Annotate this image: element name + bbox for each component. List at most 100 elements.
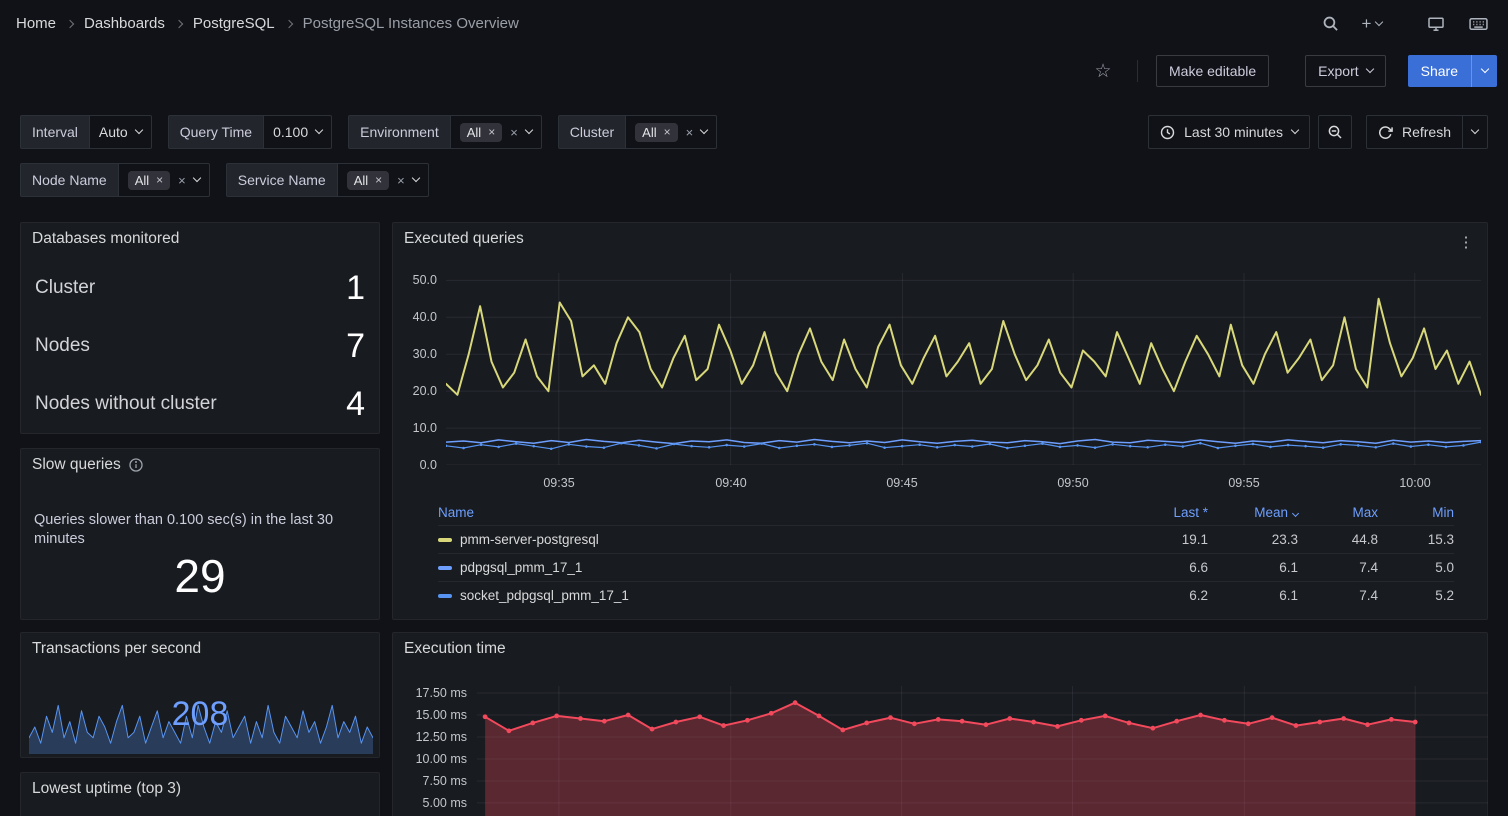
- share-menu-button[interactable]: [1471, 55, 1497, 87]
- breadcrumb: Home Dashboards PostgreSQL PostgreSQL In…: [16, 15, 519, 32]
- clock-icon: [1160, 125, 1175, 140]
- zoom-out-icon: [1327, 124, 1343, 140]
- legend-min: 5.0: [1378, 560, 1454, 575]
- filter-environment-value[interactable]: All × ×: [450, 115, 542, 149]
- legend-header-mean[interactable]: Mean: [1208, 505, 1298, 520]
- series-label: socket_pdpgsql_pmm_17_1: [460, 588, 629, 603]
- add-button[interactable]: +: [1358, 8, 1386, 40]
- legend-header-mean-label: Mean: [1254, 505, 1288, 520]
- y-axis-tick: 20.0: [401, 383, 437, 399]
- filter-query-time-selected: 0.100: [273, 124, 308, 140]
- chevron-down-icon: [193, 174, 201, 182]
- filter-query-time-label: Query Time: [168, 115, 263, 149]
- x-axis-tick: 09:35: [543, 475, 574, 491]
- filter-node-name-value[interactable]: All × ×: [118, 163, 210, 197]
- chevron-right-icon: [66, 19, 74, 27]
- chevron-down-icon: [1375, 17, 1383, 25]
- remove-icon[interactable]: ×: [664, 125, 671, 139]
- slow-queries-value: 29: [21, 549, 379, 603]
- remove-icon[interactable]: ×: [156, 173, 163, 187]
- breadcrumb-home[interactable]: Home: [16, 15, 56, 32]
- filter-interval: Interval Auto: [20, 115, 152, 149]
- clear-icon[interactable]: ×: [397, 173, 405, 188]
- legend-row[interactable]: pmm-server-postgresql 19.1 23.3 44.8 15.…: [438, 525, 1454, 553]
- filter-service-name-value[interactable]: All × ×: [337, 163, 429, 197]
- panel-menu-button[interactable]: ⋮: [1454, 230, 1478, 254]
- time-range-picker[interactable]: Last 30 minutes: [1148, 115, 1310, 149]
- chevron-down-icon: [134, 126, 142, 134]
- refresh-interval-button[interactable]: [1462, 115, 1488, 149]
- filter-cluster-chip[interactable]: All ×: [635, 123, 677, 142]
- legend-header-last[interactable]: Last *: [1118, 505, 1208, 520]
- filter-node-name-chip[interactable]: All ×: [128, 171, 170, 190]
- star-dashboard-button[interactable]: ☆: [1087, 55, 1119, 87]
- legend-header: Name Last * Mean Max Min: [438, 499, 1454, 525]
- filter-node-name-label: Node Name: [20, 163, 118, 197]
- y-axis-tick: 17.50 ms: [397, 685, 467, 701]
- make-editable-button[interactable]: Make editable: [1156, 55, 1269, 87]
- stat-row-nodes-without-cluster: Nodes without cluster 4: [21, 375, 379, 433]
- panel-title: Databases monitored: [32, 230, 179, 248]
- export-button[interactable]: Export: [1305, 55, 1385, 87]
- filter-cluster-value[interactable]: All × ×: [625, 115, 717, 149]
- stat-label: Nodes: [35, 335, 90, 357]
- keyboard-shortcuts-button[interactable]: [1464, 8, 1492, 40]
- x-axis-tick: 10:00: [1399, 475, 1430, 491]
- legend-series-name: socket_pdpgsql_pmm_17_1: [438, 588, 1118, 603]
- x-axis-tick: 09:50: [1057, 475, 1088, 491]
- y-axis-tick: 40.0: [401, 309, 437, 325]
- panel-title: Slow queries: [32, 456, 121, 474]
- share-button[interactable]: Share: [1408, 55, 1471, 87]
- stat-value: 1: [346, 269, 365, 308]
- search-button[interactable]: [1316, 8, 1344, 40]
- dashboard-grid: Databases monitored Cluster 1 Nodes 7 No…: [20, 222, 1488, 816]
- filter-environment: Environment All × ×: [348, 115, 542, 149]
- filter-service-name-chip[interactable]: All ×: [347, 171, 389, 190]
- tps-value: 208: [21, 695, 379, 734]
- y-axis-tick: 30.0: [401, 346, 437, 362]
- plus-icon: +: [1362, 14, 1372, 34]
- breadcrumb-postgresql[interactable]: PostgreSQL: [193, 15, 275, 32]
- breadcrumb-current-page: PostgreSQL Instances Overview: [303, 15, 519, 32]
- clear-icon[interactable]: ×: [686, 125, 694, 140]
- execution-time-chart: [477, 686, 1488, 816]
- refresh-button[interactable]: Refresh: [1366, 115, 1462, 149]
- kiosk-mode-button[interactable]: [1422, 8, 1450, 40]
- chevron-down-icon: [1480, 65, 1488, 73]
- share-button-group: Share: [1408, 55, 1497, 87]
- filter-interval-value[interactable]: Auto: [89, 115, 152, 149]
- filter-query-time-value[interactable]: 0.100: [263, 115, 332, 149]
- kebab-icon: ⋮: [1459, 234, 1474, 251]
- legend-header-max[interactable]: Max: [1298, 505, 1378, 520]
- legend-header-name[interactable]: Name: [438, 505, 1118, 520]
- remove-icon[interactable]: ×: [375, 173, 382, 187]
- legend-header-min[interactable]: Min: [1378, 505, 1454, 520]
- legend-row[interactable]: pdpgsql_pmm_17_1 6.6 6.1 7.4 5.0: [438, 553, 1454, 581]
- chevron-down-icon: [1471, 126, 1479, 134]
- clear-icon[interactable]: ×: [178, 173, 186, 188]
- info-icon[interactable]: [129, 458, 143, 472]
- filter-environment-chip[interactable]: All ×: [460, 123, 502, 142]
- y-axis-tick: 5.00 ms: [397, 795, 467, 811]
- legend-mean: 23.3: [1208, 532, 1298, 547]
- y-axis-tick: 10.0: [401, 420, 437, 436]
- series-label: pmm-server-postgresql: [460, 532, 599, 547]
- remove-icon[interactable]: ×: [488, 125, 495, 139]
- chip-label: All: [642, 125, 656, 140]
- filter-row-2: Node Name All × × Service Name All × ×: [20, 163, 1488, 197]
- top-navigation: Home Dashboards PostgreSQL PostgreSQL In…: [0, 0, 1508, 47]
- clear-icon[interactable]: ×: [510, 125, 518, 140]
- legend-row[interactable]: socket_pdpgsql_pmm_17_1 6.2 6.1 7.4 5.2: [438, 581, 1454, 609]
- breadcrumb-dashboards[interactable]: Dashboards: [84, 15, 165, 32]
- filter-interval-selected: Auto: [99, 124, 128, 140]
- export-label: Export: [1318, 63, 1358, 79]
- panel-slow-queries: Slow queries Queries slower than 0.100 s…: [20, 448, 380, 620]
- legend-last: 6.2: [1118, 588, 1208, 603]
- filter-service-name: Service Name All × ×: [226, 163, 429, 197]
- chevron-down-icon: [1291, 126, 1299, 134]
- chevron-down-icon: [700, 126, 708, 134]
- series-label: pdpgsql_pmm_17_1: [460, 560, 582, 575]
- make-editable-label: Make editable: [1169, 63, 1256, 79]
- zoom-out-button[interactable]: [1318, 115, 1352, 149]
- x-axis-tick: 09:55: [1228, 475, 1259, 491]
